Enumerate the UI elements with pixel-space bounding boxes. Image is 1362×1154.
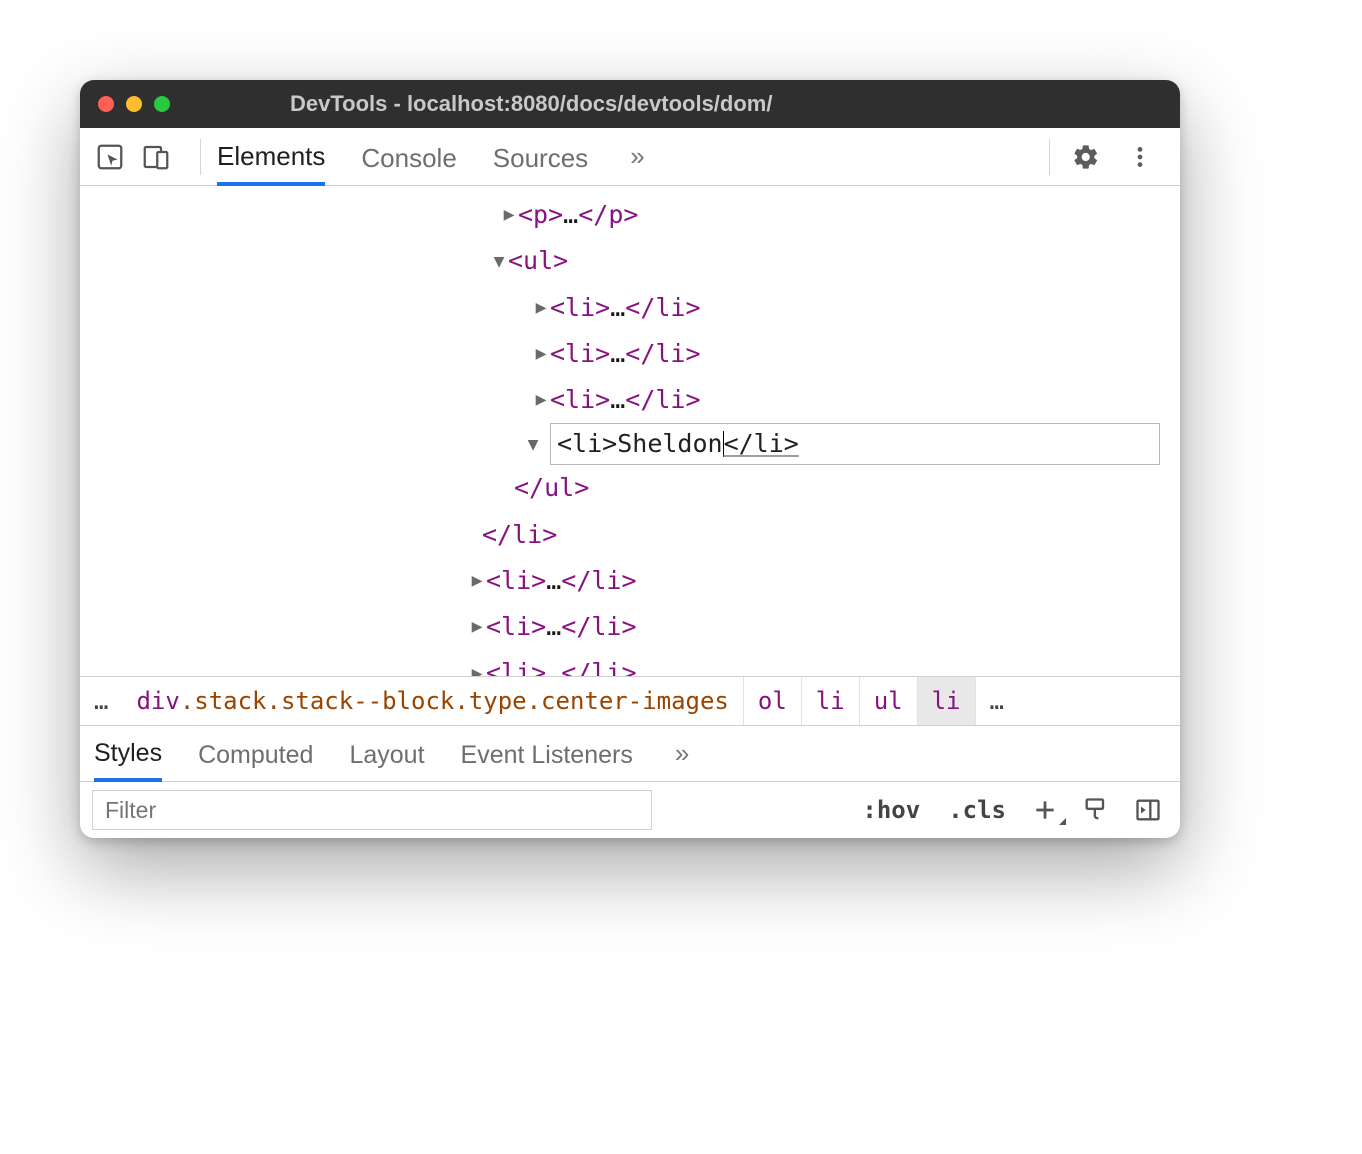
devtools-window: DevTools - localhost:8080/docs/devtools/… [80, 80, 1180, 838]
tab-event-listeners[interactable]: Event Listeners [461, 727, 633, 780]
dom-tree-panel[interactable]: <p>…</p> <ul> <li>…</li> <li>…</li> <li>… [80, 186, 1180, 676]
tab-sources[interactable]: Sources [493, 129, 588, 184]
device-toolbar-icon[interactable] [138, 139, 174, 175]
tab-console[interactable]: Console [361, 129, 456, 184]
hov-button[interactable]: :hov [854, 796, 928, 824]
breadcrumb: … div.stack.stack--block.type.center-ima… [80, 676, 1180, 726]
breadcrumb-ellipsis-left[interactable]: … [80, 687, 122, 715]
tab-styles[interactable]: Styles [94, 725, 162, 782]
toolbar-right [1039, 139, 1168, 175]
expand-arrow-icon[interactable] [468, 657, 486, 676]
collapse-arrow-icon[interactable] [524, 428, 542, 461]
dom-node-ul-open[interactable]: <ul> [80, 238, 1180, 284]
window-title: DevTools - localhost:8080/docs/devtools/… [290, 91, 772, 117]
expand-arrow-icon[interactable] [532, 291, 550, 324]
tab-layout[interactable]: Layout [349, 727, 424, 780]
dom-node-li[interactable]: <li>…</li> [80, 650, 1180, 676]
breadcrumb-ul[interactable]: ul [860, 677, 918, 725]
collapse-arrow-icon[interactable] [490, 245, 508, 278]
dom-node-p[interactable]: <p>…</p> [80, 192, 1180, 238]
cls-button[interactable]: .cls [940, 796, 1014, 824]
maximize-window-button[interactable] [154, 96, 170, 112]
breadcrumb-li[interactable]: li [802, 677, 860, 725]
expand-arrow-icon[interactable] [468, 564, 486, 597]
main-tabs: Elements Console Sources » [217, 127, 1039, 186]
kebab-menu-icon[interactable] [1122, 139, 1158, 175]
main-toolbar: Elements Console Sources » [80, 128, 1180, 186]
dom-node-li[interactable]: <li>…</li> [80, 558, 1180, 604]
dom-node-ul-close[interactable]: </ul> [80, 465, 1180, 511]
filter-input[interactable] [92, 790, 652, 830]
breadcrumb-ellipsis-right[interactable]: … [976, 687, 1018, 715]
dom-node-li[interactable]: <li>…</li> [80, 331, 1180, 377]
styles-toolbar: :hov .cls [80, 782, 1180, 838]
dom-node-li[interactable]: <li>…</li> [80, 604, 1180, 650]
tab-computed[interactable]: Computed [198, 727, 313, 780]
traffic-lights [98, 96, 170, 112]
toggle-sidebar-icon[interactable] [1128, 796, 1168, 824]
minimize-window-button[interactable] [126, 96, 142, 112]
breadcrumb-ol[interactable]: ol [744, 677, 802, 725]
dom-node-li-close[interactable]: </li> [80, 512, 1180, 558]
breadcrumb-li-selected[interactable]: li [918, 677, 976, 725]
dom-node-li-editing[interactable]: <li>Sheldon</li> [80, 423, 1180, 465]
expand-arrow-icon[interactable] [532, 337, 550, 370]
toolbar-divider [200, 139, 201, 175]
tab-elements[interactable]: Elements [217, 127, 325, 186]
expand-arrow-icon[interactable] [468, 610, 486, 643]
close-window-button[interactable] [98, 96, 114, 112]
new-style-rule-icon[interactable] [1026, 797, 1064, 823]
inspect-element-icon[interactable] [92, 139, 128, 175]
more-tabs-chevron-icon[interactable]: » [624, 141, 650, 172]
dom-node-li[interactable]: <li>…</li> [80, 285, 1180, 331]
html-edit-input[interactable]: <li>Sheldon</li> [550, 423, 1160, 465]
expand-arrow-icon[interactable] [500, 198, 518, 231]
breadcrumb-div[interactable]: div.stack.stack--block.type.center-image… [122, 677, 743, 725]
styles-pane-tabs: Styles Computed Layout Event Listeners » [80, 726, 1180, 782]
paint-brush-icon[interactable] [1076, 796, 1116, 824]
more-styles-tabs-chevron-icon[interactable]: » [669, 738, 695, 769]
toolbar-divider [1049, 139, 1050, 175]
dom-node-li[interactable]: <li>…</li> [80, 377, 1180, 423]
titlebar: DevTools - localhost:8080/docs/devtools/… [80, 80, 1180, 128]
expand-arrow-icon[interactable] [532, 383, 550, 416]
settings-gear-icon[interactable] [1068, 139, 1104, 175]
